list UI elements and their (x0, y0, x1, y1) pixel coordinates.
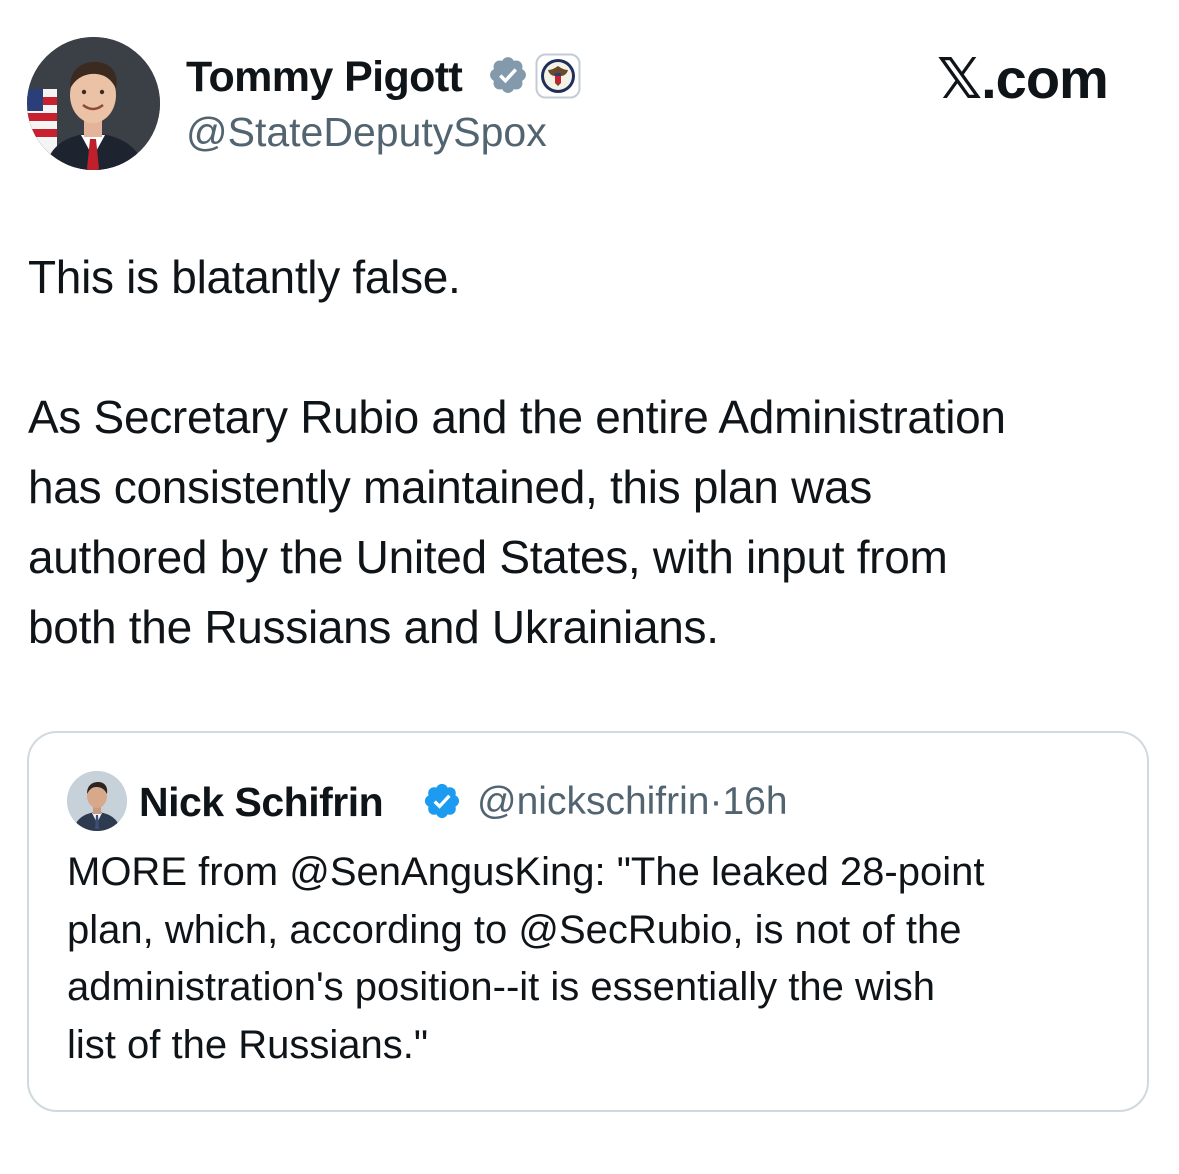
x-logo-icon: 𝕏 (937, 47, 982, 112)
tweet-paragraph-1: This is blatantly false. (28, 251, 461, 303)
quoted-tweet-timestamp[interactable]: 16h (722, 780, 787, 823)
verified-badge-icon[interactable] (487, 54, 529, 96)
quoted-author-avatar[interactable] (67, 771, 127, 831)
meta-separator: · (709, 780, 723, 823)
author-name[interactable]: Tommy Pigott (186, 50, 463, 104)
author-handle[interactable]: @StateDeputySpox (186, 106, 547, 158)
quoted-author-handle[interactable]: @nickschifrin (477, 780, 709, 823)
x-com-suffix: .com (981, 47, 1109, 110)
tweet-line: As Secretary Rubio and the entire Admini… (28, 391, 1006, 443)
verified-badge-icon[interactable] (422, 781, 462, 821)
x-com-logo: 𝕏.com (937, 44, 1109, 115)
tweet-line: authored by the United States, with inpu… (28, 531, 948, 583)
quoted-tweet-line: administration's position--it is essenti… (67, 965, 935, 1009)
quoted-tweet-line: MORE from @SenAngusKing: "The leaked 28-… (67, 850, 985, 894)
quoted-tweet-line: plan, which, according to @SecRubio, is … (67, 907, 962, 952)
state-department-seal-icon (535, 53, 581, 99)
person-portrait-icon (67, 771, 127, 831)
author-avatar[interactable] (27, 37, 160, 170)
tweet-paragraph-2: As Secretary Rubio and the entire Admini… (28, 382, 1153, 662)
tweet-line: both the Russians and Ukrainians. (28, 601, 719, 653)
tweet-text: This is blatantly false. As Secretary Ru… (28, 242, 1153, 662)
tweet-line: has consistently maintained, this plan w… (28, 461, 872, 513)
quoted-tweet-text: MORE from @SenAngusKing: "The leaked 28-… (67, 844, 1127, 1074)
person-portrait-icon (27, 37, 160, 170)
quoted-tweet-line: list of the Russians." (67, 1022, 429, 1067)
quoted-author-name[interactable]: Nick Schifrin (139, 777, 384, 827)
quoted-tweet-meta: @nickschifrin·16h (477, 777, 788, 827)
quoted-tweet-card[interactable]: Nick Schifrin @nickschifrin·16h MORE fro… (27, 731, 1149, 1112)
